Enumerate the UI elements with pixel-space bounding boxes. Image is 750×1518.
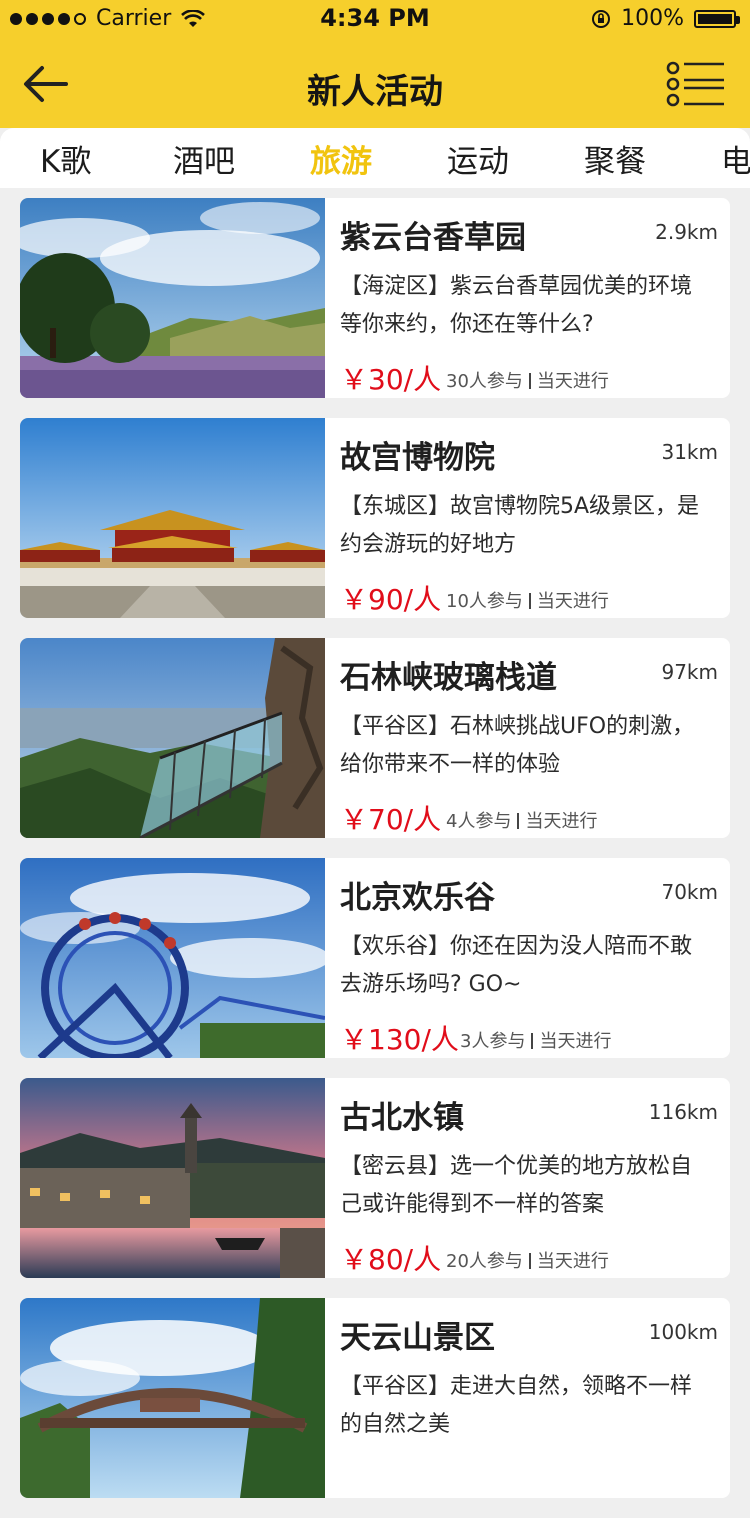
activity-name: 北京欢乐谷	[340, 880, 495, 916]
tab-ktv[interactable]: K歌	[40, 136, 91, 181]
activity-list: 紫云台香草园 2.9km 【海淀区】紫云台香草园优美的环境等你来约，你还在等什么…	[20, 198, 730, 1518]
activity-price: ￥80/人	[340, 1243, 442, 1276]
divider	[531, 1033, 534, 1049]
divider	[517, 813, 520, 829]
activity-image	[20, 198, 325, 398]
activity-meta: 20人参与 当天进行	[446, 1247, 609, 1273]
status-right: 100%	[591, 6, 740, 31]
activity-description: 【海淀区】紫云台香草园优美的环境等你来约，你还在等什么?	[340, 274, 693, 337]
activity-content: 古北水镇 116km 【密云县】选一个优美的地方放松自己或许能得到不一样的答案 …	[340, 1078, 720, 1278]
battery-icon	[694, 9, 740, 28]
activity-card[interactable]: 石林峡玻璃栈道 97km 【平谷区】石林峡挑战UFO的刺激，给你带来不一样的体验…	[20, 638, 730, 838]
divider	[528, 1253, 531, 1269]
top-bar: Carrier 4:34 PM 100% 新人活动	[0, 0, 750, 128]
activity-price: ￥130/人	[340, 1023, 459, 1056]
activity-timing: 当天进行	[536, 591, 609, 612]
activity-timing: 当天进行	[536, 1251, 609, 1272]
activity-name: 石林峡玻璃栈道	[340, 660, 557, 696]
activity-card[interactable]: 紫云台香草园 2.9km 【海淀区】紫云台香草园优美的环境等你来约，你还在等什么…	[20, 198, 730, 398]
battery-percent: 100%	[621, 6, 684, 31]
activity-price: ￥70/人	[340, 803, 442, 836]
activity-timing: 当天进行	[539, 1031, 612, 1052]
activity-card[interactable]: 故宫博物院 31km 【东城区】故宫博物院5A级景区，是约会游玩的好地方 ￥90…	[20, 418, 730, 618]
activity-description: 【欢乐谷】你还在因为没人陪而不敢去游乐场吗? GO~	[340, 934, 693, 997]
rotation-lock-icon	[592, 9, 611, 28]
activity-name: 故宫博物院	[340, 440, 495, 476]
participant-count: 20人参与	[446, 1251, 523, 1272]
participant-count: 3人参与	[460, 1031, 526, 1052]
activity-distance: 2.9km	[655, 220, 718, 244]
activity-meta: 3人参与 当天进行	[460, 1027, 611, 1053]
category-tabs: K歌 酒吧 旅游 运动 聚餐 电	[0, 128, 750, 188]
activity-content: 北京欢乐谷 70km 【欢乐谷】你还在因为没人陪而不敢去游乐场吗? GO~ ￥1…	[340, 858, 720, 1058]
activity-price: ￥90/人	[340, 583, 442, 616]
activity-image	[20, 638, 325, 838]
status-bar: Carrier 4:34 PM 100%	[0, 0, 750, 40]
activity-content: 石林峡玻璃栈道 97km 【平谷区】石林峡挑战UFO的刺激，给你带来不一样的体验…	[340, 638, 720, 838]
activity-description: 【平谷区】走进大自然，领略不一样的自然之美	[340, 1374, 693, 1437]
participant-count: 30人参与	[446, 371, 523, 392]
tab-travel[interactable]: 旅游	[310, 136, 372, 181]
activity-image	[20, 418, 325, 618]
activity-content: 紫云台香草园 2.9km 【海淀区】紫云台香草园优美的环境等你来约，你还在等什么…	[340, 198, 720, 398]
activity-card[interactable]: 天云山景区 100km 【平谷区】走进大自然，领略不一样的自然之美	[20, 1298, 730, 1498]
tab-dining[interactable]: 聚餐	[584, 136, 646, 181]
activity-name: 紫云台香草园	[340, 220, 526, 256]
participant-count: 10人参与	[446, 591, 523, 612]
activity-timing: 当天进行	[536, 371, 609, 392]
activity-price: ￥30/人	[340, 363, 442, 396]
activity-description: 【平谷区】石林峡挑战UFO的刺激，给你带来不一样的体验	[340, 714, 695, 777]
activity-image	[20, 858, 325, 1058]
nav-bar: 新人活动	[0, 40, 750, 128]
activity-meta: 10人参与 当天进行	[446, 587, 609, 613]
activity-distance: 70km	[661, 880, 718, 904]
activity-description: 【密云县】选一个优美的地方放松自己或许能得到不一样的答案	[340, 1154, 693, 1217]
activity-timing: 当天进行	[525, 811, 598, 832]
activity-image	[20, 1298, 325, 1498]
tab-bar[interactable]: 酒吧	[173, 136, 235, 181]
tab-sports[interactable]: 运动	[447, 136, 509, 181]
activity-image	[20, 1078, 325, 1278]
list-menu-icon[interactable]	[666, 60, 726, 108]
activity-name: 天云山景区	[340, 1320, 495, 1356]
activity-meta: 30人参与 当天进行	[446, 367, 609, 393]
activity-distance: 97km	[661, 660, 718, 684]
activity-card[interactable]: 北京欢乐谷 70km 【欢乐谷】你还在因为没人陪而不敢去游乐场吗? GO~ ￥1…	[20, 858, 730, 1058]
activity-meta: 4人参与 当天进行	[446, 807, 597, 833]
activity-description: 【东城区】故宫博物院5A级景区，是约会游玩的好地方	[340, 494, 700, 557]
activity-distance: 31km	[661, 440, 718, 464]
activity-content: 天云山景区 100km 【平谷区】走进大自然，领略不一样的自然之美	[340, 1298, 720, 1498]
activity-distance: 100km	[648, 1320, 718, 1344]
page-title: 新人活动	[307, 72, 443, 112]
activity-name: 古北水镇	[340, 1100, 464, 1136]
participant-count: 4人参与	[446, 811, 512, 832]
activity-content: 故宫博物院 31km 【东城区】故宫博物院5A级景区，是约会游玩的好地方 ￥90…	[340, 418, 720, 618]
tab-more[interactable]: 电	[721, 136, 750, 181]
activity-card[interactable]: 古北水镇 116km 【密云县】选一个优美的地方放松自己或许能得到不一样的答案 …	[20, 1078, 730, 1278]
divider	[528, 373, 531, 389]
divider	[528, 593, 531, 609]
activity-distance: 116km	[648, 1100, 718, 1124]
